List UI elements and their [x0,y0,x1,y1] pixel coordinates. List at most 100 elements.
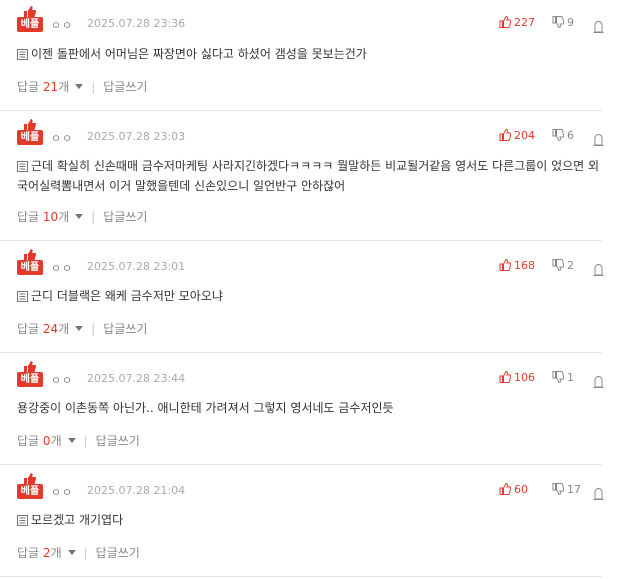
best-comment-badge: 베플 [17,361,43,389]
reply-count: 2 [42,546,51,560]
dislike-button[interactable]: 17 [552,483,581,496]
reply-label: 답글 [17,546,40,560]
report-button[interactable] [593,371,607,390]
thumb-up-icon [499,258,512,271]
reply-toggle[interactable]: 답글 10개 [17,210,84,224]
divider: | [91,80,96,94]
divider: | [83,434,88,448]
dislike-count: 17 [567,483,581,496]
thumb-down-icon [552,129,565,142]
report-icon [593,21,604,33]
reply-count: 0 [42,434,51,448]
reply-label: 답글 [17,210,40,224]
dislike-button[interactable]: 9 [552,16,574,29]
write-reply-button[interactable]: 답글쓰기 [103,210,147,224]
thumb-down-icon [552,483,565,496]
like-button[interactable]: 168 [499,258,535,272]
reply-unit: 개 [50,546,62,560]
like-button[interactable]: 227 [499,15,535,29]
comment-footer: 답글 21개 | 답글쓰기 [17,78,147,95]
thumb-up-icon [499,15,512,28]
reply-toggle[interactable]: 답글 2개 [17,546,76,560]
comment-footer: 답글 10개 | 답글쓰기 [17,208,147,225]
report-icon [593,264,604,276]
write-reply-button[interactable]: 답글쓰기 [103,322,147,336]
comment-item: 베플 ㅇㅇ 2025.07.28 23:36 227 9 이젠 돌판에서 어머님… [0,0,604,111]
divider: | [91,322,96,336]
reply-count: 21 [42,80,59,94]
reply-toggle[interactable]: 답글 21개 [17,80,84,94]
comment-date: 2025.07.28 23:03 [87,130,186,143]
reply-unit: 개 [58,210,70,224]
thumb-up-icon [499,482,512,495]
comment-item: 베플 ㅇㅇ 2025.07.28 21:04 60 17 모르겠고 개기엽다 답… [0,464,604,577]
comment-text: 용강중이 이촌동쪽 아닌가.. 애니한테 가려져서 그렇지 영서네도 금수저인듯 [17,401,394,415]
like-count: 227 [514,16,535,29]
dislike-button[interactable]: 2 [552,259,574,272]
chevron-down-icon [67,550,76,555]
report-button[interactable] [593,129,607,148]
thumb-up-icon [499,128,512,141]
divider: | [83,546,88,560]
like-count: 60 [514,483,528,496]
reply-label: 답글 [17,80,40,94]
comment-author: ㅇㅇ [51,486,74,499]
comment-footer: 답글 2개 | 답글쓰기 [17,544,140,561]
report-button[interactable] [593,259,607,278]
comment-author: ㅇㅇ [51,262,74,275]
comment-body: 근데 확실히 신손때매 금수저마케팅 사라지긴하겠다ㅋㅋㅋㅋ 뭘말하든 비교될거… [17,156,602,196]
dislike-button[interactable]: 6 [552,129,574,142]
reply-toggle[interactable]: 답글 24개 [17,322,84,336]
write-reply-button[interactable]: 답글쓰기 [103,80,147,94]
best-badge-label: 베플 [17,17,43,32]
comment-date: 2025.07.28 21:04 [87,484,186,497]
reply-unit: 개 [58,80,70,94]
like-button[interactable]: 204 [499,128,535,142]
dislike-count: 6 [567,129,574,142]
reply-count: 24 [42,322,59,336]
reply-count: 10 [42,210,59,224]
report-icon [593,134,604,146]
write-reply-button[interactable]: 답글쓰기 [96,434,140,448]
comment-date: 2025.07.28 23:36 [87,17,186,30]
comment-text: 근데 확실히 신손때매 금수저마케팅 사라지긴하겠다ㅋㅋㅋㅋ 뭘말하든 비교될거… [17,159,600,193]
chevron-down-icon [75,214,84,219]
thumb-down-icon [552,16,565,29]
comment-date: 2025.07.28 23:01 [87,260,186,273]
comment-body: 이젠 돌판에서 어머님은 짜장면아 싫다고 하셨어 갬성을 못보는건가 [17,44,602,64]
image-icon [17,161,28,172]
best-badge-label: 베플 [17,372,43,387]
dislike-count: 9 [567,16,574,29]
report-icon [593,376,604,388]
comment-text: 이젠 돌판에서 어머님은 짜장면아 싫다고 하셨어 갬성을 못보는건가 [31,47,367,61]
comment-author: ㅇㅇ [51,374,74,387]
reply-label: 답글 [17,322,40,336]
reply-label: 답글 [17,434,40,448]
dislike-count: 1 [567,371,574,384]
dislike-button[interactable]: 1 [552,371,574,384]
best-badge-label: 베플 [17,130,43,145]
best-badge-label: 베플 [17,260,43,275]
comment-item: 베플 ㅇㅇ 2025.07.28 23:44 106 1 용강중이 이촌동쪽 아… [0,352,604,465]
like-button[interactable]: 106 [499,370,535,384]
best-comment-badge: 베플 [17,6,43,34]
reply-toggle[interactable]: 답글 0개 [17,434,76,448]
image-icon [17,49,28,60]
comment-item: 베플 ㅇㅇ 2025.07.28 23:01 168 2 근디 더블랙은 왜케 … [0,240,604,353]
comment-body: 모르겠고 개기엽다 [17,510,602,530]
chevron-down-icon [75,326,84,331]
write-reply-button[interactable]: 답글쓰기 [96,546,140,560]
like-count: 106 [514,371,535,384]
comment-item: 베플 ㅇㅇ 2025.07.28 23:03 204 6 근데 확실히 신손때매… [0,110,604,241]
like-button[interactable]: 60 [499,482,528,496]
report-button[interactable] [593,483,607,502]
comment-body: 근디 더블랙은 왜케 금수저만 모아오냐 [17,286,602,306]
report-icon [593,488,604,500]
dislike-count: 2 [567,259,574,272]
report-button[interactable] [593,16,607,35]
comment-author: ㅇㅇ [51,132,74,145]
comment-text: 근디 더블랙은 왜케 금수저만 모아오냐 [31,289,223,303]
best-badge-label: 베플 [17,484,43,499]
chevron-down-icon [67,438,76,443]
comment-body: 용강중이 이촌동쪽 아닌가.. 애니한테 가려져서 그렇지 영서네도 금수저인듯 [17,398,602,418]
